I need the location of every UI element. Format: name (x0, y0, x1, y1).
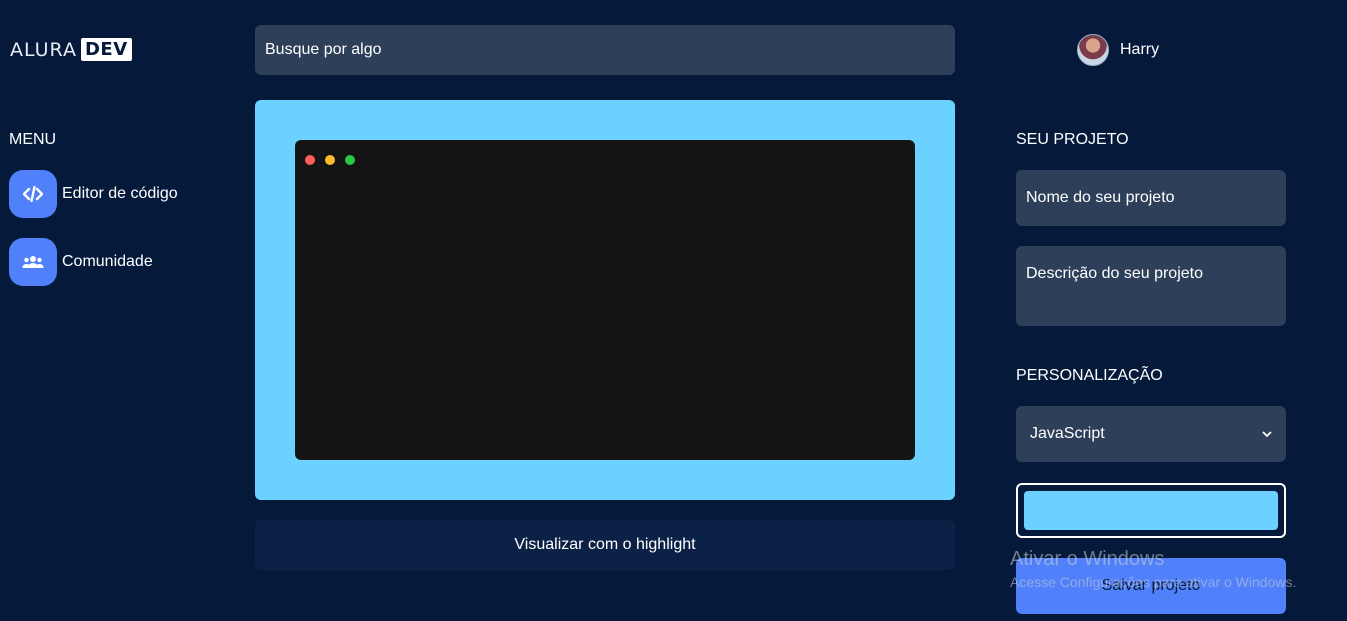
menu-item-label: Comunidade (62, 253, 153, 270)
menu-title: MENU (9, 131, 57, 148)
logo-text: ALURA (10, 38, 77, 61)
user-name: Harry (1120, 41, 1160, 58)
chevron-down-icon (1262, 425, 1272, 443)
customization-section-title: PERSONALIZAÇÃO (1016, 367, 1163, 384)
logo-box: DEV (80, 38, 132, 61)
project-section-title: SEU PROJETO (1016, 131, 1129, 148)
language-select[interactable]: JavaScript (1016, 406, 1286, 462)
windows-watermark-title: Ativar o Windows (1010, 548, 1165, 570)
color-swatch (1024, 491, 1278, 530)
user-profile[interactable]: Harry (1077, 34, 1159, 66)
avatar[interactable] (1077, 34, 1109, 66)
project-description-field[interactable]: Descrição do seu projeto (1016, 246, 1286, 326)
close-dot (305, 155, 315, 165)
project-name-field[interactable]: Nome do seu projeto (1016, 170, 1286, 226)
code-icon (9, 170, 57, 218)
minimize-dot (325, 155, 335, 165)
language-select-value: JavaScript (1030, 425, 1105, 442)
code-editor[interactable] (295, 140, 915, 460)
menu-item-editor[interactable]: Editor de código (9, 170, 178, 218)
highlight-button[interactable]: Visualizar com o highlight (255, 520, 955, 570)
maximize-dot (345, 155, 355, 165)
editor-frame (255, 100, 955, 500)
search-input[interactable] (255, 25, 955, 75)
users-icon (9, 238, 57, 286)
menu-item-community[interactable]: Comunidade (9, 238, 153, 286)
windows-watermark-subtitle: Acesse Configurações para ativar o Windo… (1010, 574, 1297, 590)
menu-item-label: Editor de código (62, 185, 178, 202)
logo[interactable]: ALURA DEV (10, 38, 132, 61)
color-picker[interactable] (1016, 483, 1286, 538)
